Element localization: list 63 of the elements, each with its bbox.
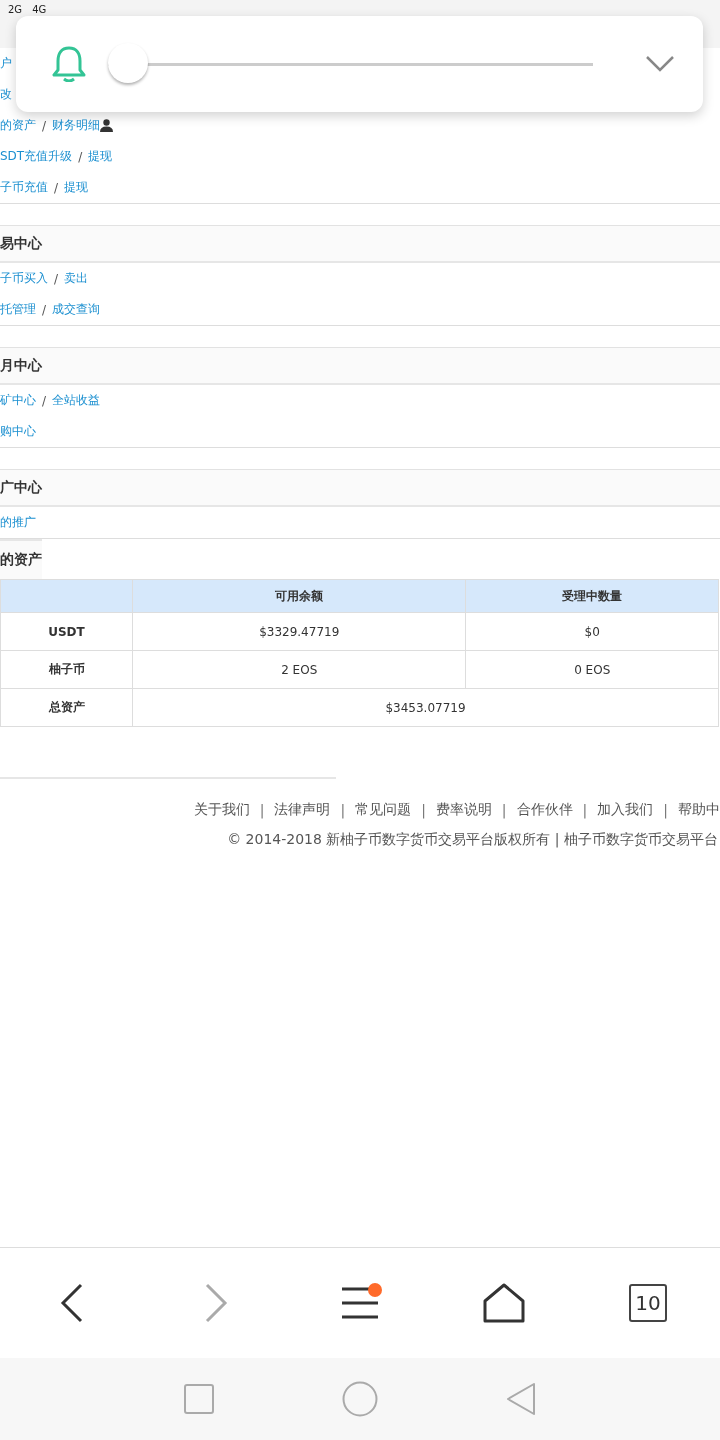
table-cell: USDT <box>0 612 133 651</box>
section-title: 的资产 <box>0 539 42 579</box>
link-separator: / <box>54 271 59 286</box>
section-title: 易中心 <box>0 225 720 263</box>
section-title: 广中心 <box>0 469 720 507</box>
table-header: 受理中数量 <box>465 579 719 613</box>
table-cell: 2 EOS <box>132 650 466 689</box>
home-icon <box>483 1283 525 1323</box>
menu-link[interactable]: 子币买入 <box>0 270 48 287</box>
footer-link[interactable]: 法律声明 <box>274 801 331 819</box>
menu-link[interactable]: 的推广 <box>0 514 36 531</box>
table-cell: $3329.47719 <box>132 612 466 651</box>
footer-separator: | <box>340 802 346 818</box>
footer-separator: | <box>582 802 588 818</box>
footer-link[interactable]: 常见问题 <box>355 801 412 819</box>
back-icon[interactable] <box>506 1382 536 1416</box>
table-cell: 柚子币 <box>0 650 133 689</box>
chevron-left-icon <box>60 1283 84 1323</box>
menu-link[interactable]: 成交查询 <box>52 301 101 318</box>
link-separator: / <box>42 118 47 133</box>
chevron-right-icon <box>204 1283 228 1323</box>
menu-link[interactable]: 的资产 <box>0 117 36 134</box>
menu-link[interactable]: SDT充值升级 <box>0 148 73 165</box>
network-label: 2G <box>8 4 23 15</box>
link-separator: / <box>42 302 47 317</box>
table-cell: $3453.07719 <box>132 688 719 727</box>
menu-icon <box>340 1285 380 1321</box>
menu-link[interactable]: 财务明细 <box>52 117 101 134</box>
network-label: 4G <box>32 4 47 15</box>
section-title: 月中心 <box>0 347 720 385</box>
footer-link[interactable]: 关于我们 <box>193 801 250 819</box>
footer-link[interactable]: 加入我们 <box>597 801 654 819</box>
link-separator: / <box>42 393 47 408</box>
menu-link[interactable]: 提现 <box>88 148 113 165</box>
link-separator: / <box>78 149 83 164</box>
chevron-down-icon[interactable] <box>645 55 675 73</box>
table-header: 可用余额 <box>132 579 466 613</box>
recents-icon[interactable] <box>184 1384 214 1414</box>
bell-icon[interactable] <box>52 46 86 82</box>
menu-link[interactable]: 卖出 <box>64 270 89 287</box>
tabs-button[interactable]: 10 <box>629 1284 667 1322</box>
menu-link[interactable]: 户 <box>0 55 12 72</box>
footer-separator: | <box>501 802 507 818</box>
footer-separator: | <box>663 802 668 818</box>
menu-link[interactable]: 托管理 <box>0 301 36 318</box>
link-separator: / <box>54 180 59 195</box>
footer-link[interactable]: 费率说明 <box>435 801 492 819</box>
footer-separator: | <box>259 802 265 818</box>
table-cell: 0 EOS <box>465 650 719 689</box>
menu-link[interactable]: 购中心 <box>0 423 36 440</box>
table-cell: $0 <box>465 612 719 651</box>
menu-link[interactable]: 矿中心 <box>0 392 36 409</box>
slider-thumb[interactable] <box>108 43 148 83</box>
footer-link[interactable]: 帮助中 <box>678 801 720 819</box>
menu-link[interactable]: 提现 <box>64 179 89 196</box>
menu-link[interactable]: 子币充值 <box>0 179 48 196</box>
home-icon[interactable] <box>342 1381 378 1417</box>
menu-link[interactable]: 全站收益 <box>52 392 101 409</box>
footer-separator: | <box>421 802 426 818</box>
copyright-text: © 2014-2018 新柚子币数字货币交易平台版权所有 | 柚子币数字货币交易平台 <box>226 831 719 849</box>
menu-link[interactable]: 改 <box>0 86 12 103</box>
footer-link[interactable]: 合作伙伴 <box>516 801 573 819</box>
table-cell: 总资产 <box>0 688 133 727</box>
